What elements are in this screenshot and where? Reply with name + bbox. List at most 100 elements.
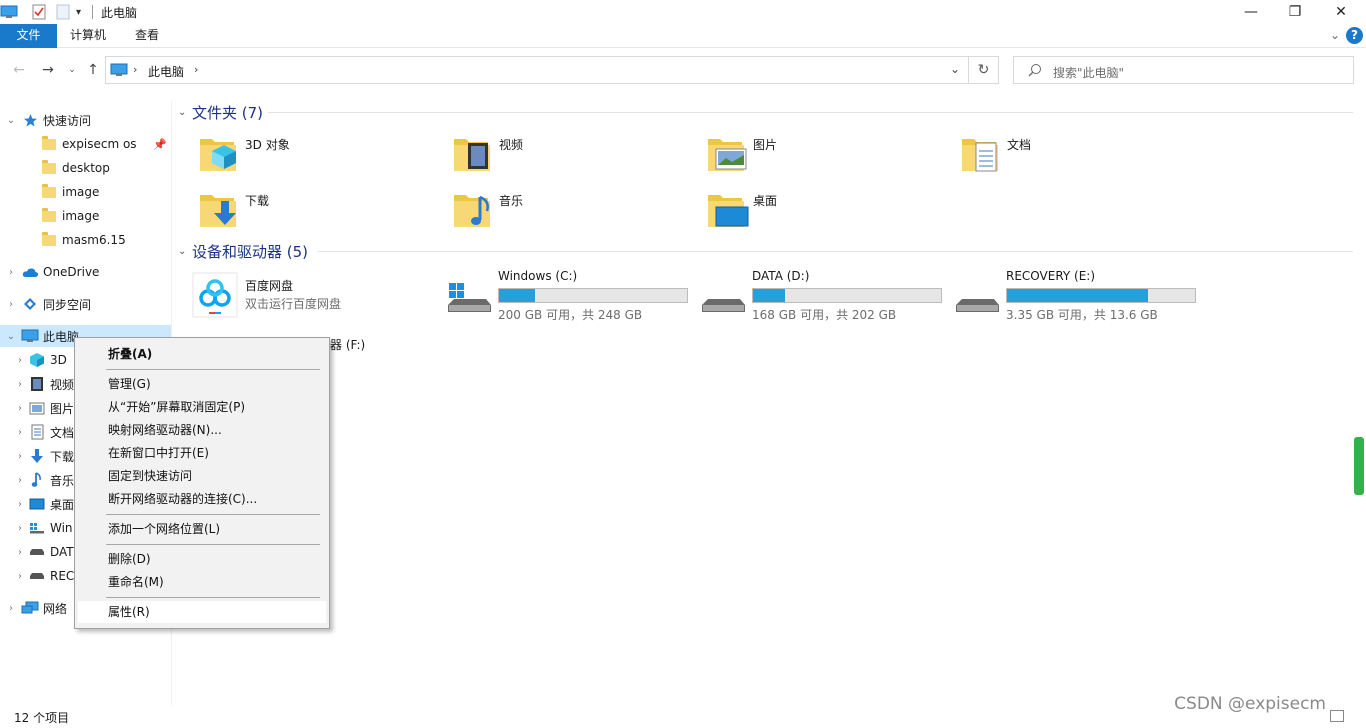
drive-usage-bar bbox=[1006, 288, 1196, 303]
menu-separator bbox=[106, 514, 320, 515]
back-arrow-icon[interactable]: ← bbox=[9, 60, 29, 80]
folder-tile-videos[interactable]: 视频 bbox=[452, 131, 702, 181]
pin-icon[interactable]: 📌 bbox=[153, 138, 167, 151]
breadcrumb-separator-icon[interactable]: › bbox=[133, 63, 137, 76]
maximize-button[interactable]: ❐ bbox=[1272, 0, 1318, 24]
folder-icon bbox=[40, 231, 58, 248]
folder-icon bbox=[40, 183, 58, 200]
documents-icon bbox=[28, 424, 46, 440]
sidebar-label: 网络 bbox=[43, 601, 68, 616]
folder-tile-downloads[interactable]: 下载 bbox=[198, 187, 448, 237]
help-icon[interactable]: ? bbox=[1346, 27, 1363, 44]
collapsed-chevron-icon[interactable]: › bbox=[5, 299, 17, 310]
group-collapse-chevron-icon[interactable]: ⌄ bbox=[178, 246, 192, 257]
sidebar-item-pinned[interactable]: desktop bbox=[0, 157, 171, 179]
collapsed-chevron-icon[interactable]: › bbox=[14, 379, 26, 390]
hard-drive-icon bbox=[28, 568, 46, 584]
collapsed-chevron-icon[interactable]: › bbox=[14, 571, 26, 582]
collapsed-chevron-icon[interactable]: › bbox=[14, 355, 26, 366]
menu-item-disconnect-network-drive[interactable]: 断开网络驱动器的连接(C)... bbox=[78, 488, 326, 510]
menu-item-collapse[interactable]: 折叠(A) bbox=[78, 343, 326, 365]
hard-drive-icon bbox=[956, 299, 999, 312]
menu-item-properties[interactable]: 属性(R) bbox=[78, 601, 326, 623]
3d-objects-icon bbox=[28, 352, 46, 368]
network-icon bbox=[21, 600, 39, 616]
devices-group-header[interactable]: ⌄ 设备和驱动器 (5) bbox=[178, 240, 1353, 262]
recent-locations-chevron-icon[interactable]: ⌄ bbox=[62, 60, 82, 80]
expand-ribbon-chevron-icon[interactable]: ⌄ bbox=[1330, 28, 1340, 42]
menu-item-add-network-location[interactable]: 添加一个网络位置(L) bbox=[78, 518, 326, 540]
collapsed-chevron-icon[interactable]: › bbox=[5, 603, 17, 614]
folder-name: 视频 bbox=[499, 138, 524, 152]
drive-tile-e[interactable]: RECOVERY (E:) 3.35 GB 可用，共 13.6 GB bbox=[954, 269, 1204, 325]
sidebar-label: 音乐 bbox=[50, 473, 75, 488]
device-f-partial-label[interactable]: 器 (F:) bbox=[330, 336, 365, 353]
search-box[interactable]: 搜索"此电脑" bbox=[1013, 56, 1354, 84]
menu-item-manage[interactable]: 管理(G) bbox=[78, 373, 326, 395]
search-icon bbox=[1028, 63, 1042, 80]
drive-name: RECOVERY (E:) bbox=[1006, 269, 1096, 283]
navigation-bar: ← → ⌄ ↑ › 此电脑 › ⌄ ↻ 搜索"此电脑" bbox=[0, 49, 1366, 91]
breadcrumb-this-pc[interactable]: 此电脑 bbox=[148, 63, 184, 80]
folder-tile-documents[interactable]: 文档 bbox=[960, 131, 1210, 181]
sidebar-item-sync[interactable]: › 同步空间 bbox=[0, 293, 171, 315]
sidebar-item-onedrive[interactable]: › OneDrive bbox=[0, 261, 171, 283]
collapsed-chevron-icon[interactable]: › bbox=[5, 267, 17, 278]
sidebar-item-quick-access[interactable]: ⌄ 快速访问 bbox=[0, 109, 171, 131]
sidebar-item-pinned[interactable]: image bbox=[0, 181, 171, 203]
up-arrow-icon[interactable]: ↑ bbox=[83, 60, 103, 80]
close-button[interactable]: ✕ bbox=[1318, 0, 1364, 24]
refresh-icon[interactable]: ↻ bbox=[969, 56, 999, 84]
address-bar[interactable]: › 此电脑 › ⌄ bbox=[105, 56, 969, 84]
drive-free-space: 200 GB 可用，共 248 GB bbox=[498, 308, 643, 322]
details-view-icon[interactable] bbox=[1330, 710, 1344, 722]
folder-tile-3d-objects[interactable]: 3D 对象 bbox=[198, 131, 448, 181]
device-baidu-netdisk[interactable]: 百度网盘 双击运行百度网盘 bbox=[192, 272, 442, 320]
collapsed-chevron-icon[interactable]: › bbox=[14, 427, 26, 438]
folder-tile-desktop[interactable]: 桌面 bbox=[706, 187, 956, 237]
address-dropdown-chevron-icon[interactable]: ⌄ bbox=[950, 62, 960, 76]
minimize-button[interactable]: — bbox=[1228, 0, 1274, 24]
collapsed-chevron-icon[interactable]: › bbox=[14, 547, 26, 558]
expanded-chevron-icon[interactable]: ⌄ bbox=[5, 331, 17, 342]
folder-name: 图片 bbox=[753, 138, 778, 152]
group-collapse-chevron-icon[interactable]: ⌄ bbox=[178, 107, 192, 118]
menu-item-map-network-drive[interactable]: 映射网络驱动器(N)... bbox=[78, 419, 326, 441]
tab-file[interactable]: 文件 bbox=[0, 24, 57, 48]
folder-tile-pictures[interactable]: 图片 bbox=[706, 131, 956, 181]
menu-item-open-new-window[interactable]: 在新窗口中打开(E) bbox=[78, 442, 326, 464]
menu-item-delete[interactable]: 删除(D) bbox=[78, 548, 326, 570]
expanded-chevron-icon[interactable]: ⌄ bbox=[5, 115, 17, 126]
drive-usage-bar bbox=[498, 288, 688, 303]
sidebar-item-pinned[interactable]: expisecm os 📌 bbox=[0, 133, 171, 155]
vertical-scrollbar-thumb[interactable] bbox=[1354, 437, 1364, 495]
drive-tile-c[interactable]: Windows (C:) 200 GB 可用，共 248 GB bbox=[446, 269, 696, 325]
new-folder-icon[interactable] bbox=[56, 3, 70, 21]
tab-computer[interactable]: 计算机 bbox=[56, 24, 120, 48]
sidebar-item-pinned[interactable]: image bbox=[0, 205, 171, 227]
window-title: 此电脑 bbox=[101, 6, 138, 20]
collapsed-chevron-icon[interactable]: › bbox=[14, 451, 26, 462]
collapsed-chevron-icon[interactable]: › bbox=[14, 475, 26, 486]
forward-arrow-icon[interactable]: → bbox=[38, 60, 58, 80]
folders-group-header[interactable]: ⌄ 文件夹 (7) bbox=[178, 101, 1353, 123]
menu-item-rename[interactable]: 重命名(M) bbox=[78, 571, 326, 593]
sidebar-item-pinned[interactable]: masm6.15 bbox=[0, 229, 171, 251]
collapsed-chevron-icon[interactable]: › bbox=[14, 523, 26, 534]
menu-item-unpin-start[interactable]: 从“开始”屏幕取消固定(P) bbox=[78, 396, 326, 418]
breadcrumb-separator-icon[interactable]: › bbox=[194, 63, 198, 76]
status-bar: 12 个项目 bbox=[0, 706, 1366, 728]
folder-tile-music[interactable]: 音乐 bbox=[452, 187, 702, 237]
desktop-folder-icon bbox=[708, 195, 749, 227]
menu-item-pin-quick-access[interactable]: 固定到快速访问 bbox=[78, 465, 326, 487]
folder-name: 桌面 bbox=[753, 194, 778, 208]
drive-tile-d[interactable]: DATA (D:) 168 GB 可用，共 202 GB bbox=[700, 269, 950, 325]
hard-drive-icon bbox=[702, 299, 745, 312]
customize-toolbar-chevron-icon[interactable]: ▾ bbox=[76, 3, 81, 21]
collapsed-chevron-icon[interactable]: › bbox=[14, 403, 26, 414]
tab-view[interactable]: 查看 bbox=[121, 24, 173, 48]
sync-space-icon bbox=[21, 296, 39, 312]
properties-icon[interactable] bbox=[32, 3, 46, 21]
collapsed-chevron-icon[interactable]: › bbox=[14, 499, 26, 510]
sidebar-label: REC bbox=[50, 569, 75, 583]
